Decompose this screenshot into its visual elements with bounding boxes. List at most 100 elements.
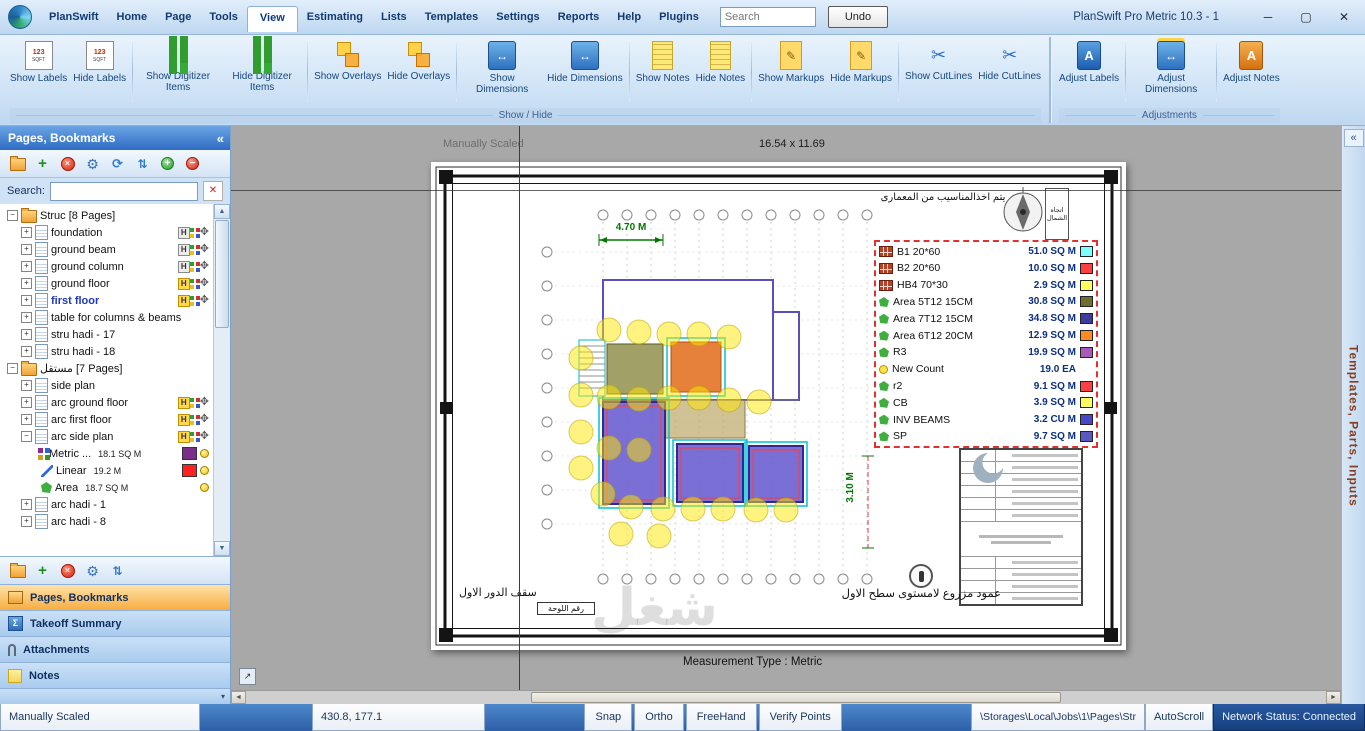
expand-all-button[interactable]: + (159, 155, 176, 172)
move-icon[interactable]: ✥ (200, 227, 209, 238)
ribbon-button-show-labels[interactable]: Show Labels (7, 39, 70, 84)
ribbon-button-show-cutlines[interactable]: ✂ Show CutLines (902, 39, 975, 83)
tree-item-8-stru-hadi-18[interactable]: + stru hadi - 18 (3, 343, 211, 360)
expander-icon[interactable]: − (7, 363, 18, 374)
move-icon[interactable]: ✥ (200, 414, 209, 425)
menu-tab-home[interactable]: Home (108, 6, 157, 28)
move-icon[interactable]: ✥ (200, 278, 209, 289)
scroll-left-icon[interactable]: ◄ (231, 691, 246, 704)
scroll-right-icon[interactable]: ► (1326, 691, 1341, 704)
collapse-right-panel-button[interactable]: « (1343, 129, 1364, 147)
menu-tab-plugins[interactable]: Plugins (650, 6, 708, 28)
move-icon[interactable]: ✥ (200, 295, 209, 306)
menu-tab-page[interactable]: Page (156, 6, 200, 28)
ribbon-button-show-markups[interactable]: ✎ Show Markups (755, 39, 827, 84)
tree-item-18-arc-hadi-8[interactable]: + arc hadi - 8 (3, 513, 211, 530)
menu-tab-reports[interactable]: Reports (549, 6, 609, 28)
legend-item-sp[interactable]: SP 9.7 SQ M (879, 429, 1093, 444)
grid-icon[interactable] (189, 244, 194, 249)
menu-tab-help[interactable]: Help (608, 6, 650, 28)
legend-item-r2[interactable]: r2 9.1 SQ M (879, 379, 1093, 394)
ribbon-button-show-digitizer-items[interactable]: Show Digitizer Items (136, 36, 220, 93)
tree-item-0-struc-8-pages[interactable]: − Struc [8 Pages] (3, 207, 211, 224)
tree-item-6-table-for-columns-beams[interactable]: + table for columns & beams (3, 309, 211, 326)
expander-icon[interactable]: + (21, 244, 32, 255)
tree-scrollbar[interactable]: ▲ ▼ (213, 204, 230, 556)
bulb-icon[interactable] (200, 466, 209, 475)
panel-takeoff-summary[interactable]: Σ Takeoff Summary (0, 610, 230, 636)
page-h-icon[interactable]: H (177, 430, 190, 443)
tree-item-5-first-floor[interactable]: + first floor H ✥ (3, 292, 211, 309)
expander-icon[interactable]: + (21, 414, 32, 425)
expander-icon[interactable]: + (21, 499, 32, 510)
statusbar-toggle-snap[interactable]: Snap (584, 704, 633, 731)
panel-pages-bookmarks[interactable]: Pages, Bookmarks (0, 584, 230, 610)
plan-page[interactable]: B1 20*60 51.0 SQ M B2 20*60 10.0 SQ M HB4 70… (431, 162, 1126, 650)
tree-item-1-foundation[interactable]: + foundation H ✥ (3, 224, 211, 241)
grid-icon[interactable] (189, 397, 194, 402)
page-h-icon[interactable]: H (177, 294, 190, 307)
grid-icon[interactable] (189, 414, 194, 419)
bulb-icon[interactable] (200, 449, 209, 458)
legend-item-b1-20-60[interactable]: B1 20*60 51.0 SQ M (879, 244, 1093, 259)
ribbon-button-hide-notes[interactable]: Hide Notes (693, 39, 748, 84)
menu-tab-estimating[interactable]: Estimating (298, 6, 372, 28)
bulb-icon[interactable] (200, 483, 209, 492)
tree-item-13-arc-side-plan[interactable]: − arc side plan H ✥ (3, 428, 211, 445)
legend-item-area-5t12-15cm[interactable]: Area 5T12 15CM 30.8 SQ M (879, 294, 1093, 309)
expander-icon[interactable]: + (21, 227, 32, 238)
menu-tab-settings[interactable]: Settings (487, 6, 548, 28)
folder-button[interactable] (9, 155, 26, 172)
ribbon-button-hide-dimensions[interactable]: ↔ Hide Dimensions (544, 39, 626, 84)
page-h-icon[interactable]: H (177, 396, 190, 409)
tree-item-3-ground-column[interactable]: + ground column H ✥ (3, 258, 211, 275)
expander-icon[interactable]: − (21, 431, 32, 442)
tree-item-2-ground-beam[interactable]: + ground beam H ✥ (3, 241, 211, 258)
delete-button[interactable]: ✕ (59, 155, 76, 172)
tree-item-17-arc-hadi-1[interactable]: + arc hadi - 1 (3, 496, 211, 513)
menu-tab-lists[interactable]: Lists (372, 6, 416, 28)
statusbar-toggle-freehand[interactable]: FreeHand (685, 704, 757, 731)
legend-item-area-6t12-20cm[interactable]: Area 6T12 20CM 12.9 SQ M (879, 328, 1093, 343)
close-button[interactable]: ✕ (1337, 11, 1351, 23)
scroll-down-icon[interactable]: ▼ (214, 541, 230, 556)
expander-icon[interactable]: + (21, 261, 32, 272)
tree-item-15-linear[interactable]: Linear 19.2 M (3, 462, 211, 479)
move-icon[interactable]: ✥ (200, 397, 209, 408)
expander-icon[interactable]: + (21, 397, 32, 408)
page-h-icon[interactable]: H (177, 413, 190, 426)
ribbon-button-adjust-notes[interactable]: A Adjust Notes (1220, 39, 1283, 84)
tree-item-14-metric[interactable]: Metric ... 18.1 SQ M (3, 445, 211, 462)
sort-button[interactable]: ⇅ (109, 562, 126, 579)
panel-attachments[interactable]: Attachments (0, 636, 230, 662)
legend-item-area-7t12-15cm[interactable]: Area 7T12 15CM 34.8 SQ M (879, 311, 1093, 326)
tree-search-input[interactable] (49, 181, 198, 201)
menu-tab-planswift[interactable]: PlanSwift (40, 6, 108, 28)
ribbon-button-hide-overlays[interactable]: Hide Overlays (384, 39, 453, 82)
tree-item-12-arc-first-floor[interactable]: + arc first floor H ✥ (3, 411, 211, 428)
collapse-sidebar-button[interactable]: « (217, 132, 224, 145)
panel-notes[interactable]: Notes (0, 662, 230, 688)
legend-item-new-count[interactable]: New Count 19.0 EA (879, 362, 1093, 377)
maximize-button[interactable]: ▢ (1299, 11, 1313, 23)
add-button[interactable]: + (34, 155, 51, 172)
grid-icon[interactable] (189, 227, 194, 232)
statusbar-toggle-ortho[interactable]: Ortho (634, 704, 684, 731)
menu-tab-templates[interactable]: Templates (416, 6, 488, 28)
scrollbar-thumb[interactable] (215, 220, 229, 328)
ribbon-button-show-overlays[interactable]: Show Overlays (311, 39, 384, 82)
page-h-icon[interactable]: H (177, 243, 190, 256)
grid-icon[interactable] (189, 278, 194, 283)
expander-icon[interactable]: + (21, 329, 32, 340)
horizontal-scrollbar[interactable]: ◄ ► (231, 690, 1341, 704)
expander-icon[interactable]: + (21, 278, 32, 289)
tree-item-10-side-plan[interactable]: + side plan (3, 377, 211, 394)
scrollbar-thumb[interactable] (531, 692, 1061, 703)
tree-item-16-area[interactable]: Area 18.7 SQ M (3, 479, 211, 496)
menu-tab-view[interactable]: View (246, 6, 298, 32)
delete-button[interactable]: ✕ (59, 562, 76, 579)
ribbon-button-hide-cutlines[interactable]: ✂ Hide CutLines (975, 39, 1044, 83)
page-h-icon[interactable]: H (177, 226, 190, 239)
expander-icon[interactable]: + (21, 312, 32, 323)
expander-icon[interactable]: − (7, 210, 18, 221)
